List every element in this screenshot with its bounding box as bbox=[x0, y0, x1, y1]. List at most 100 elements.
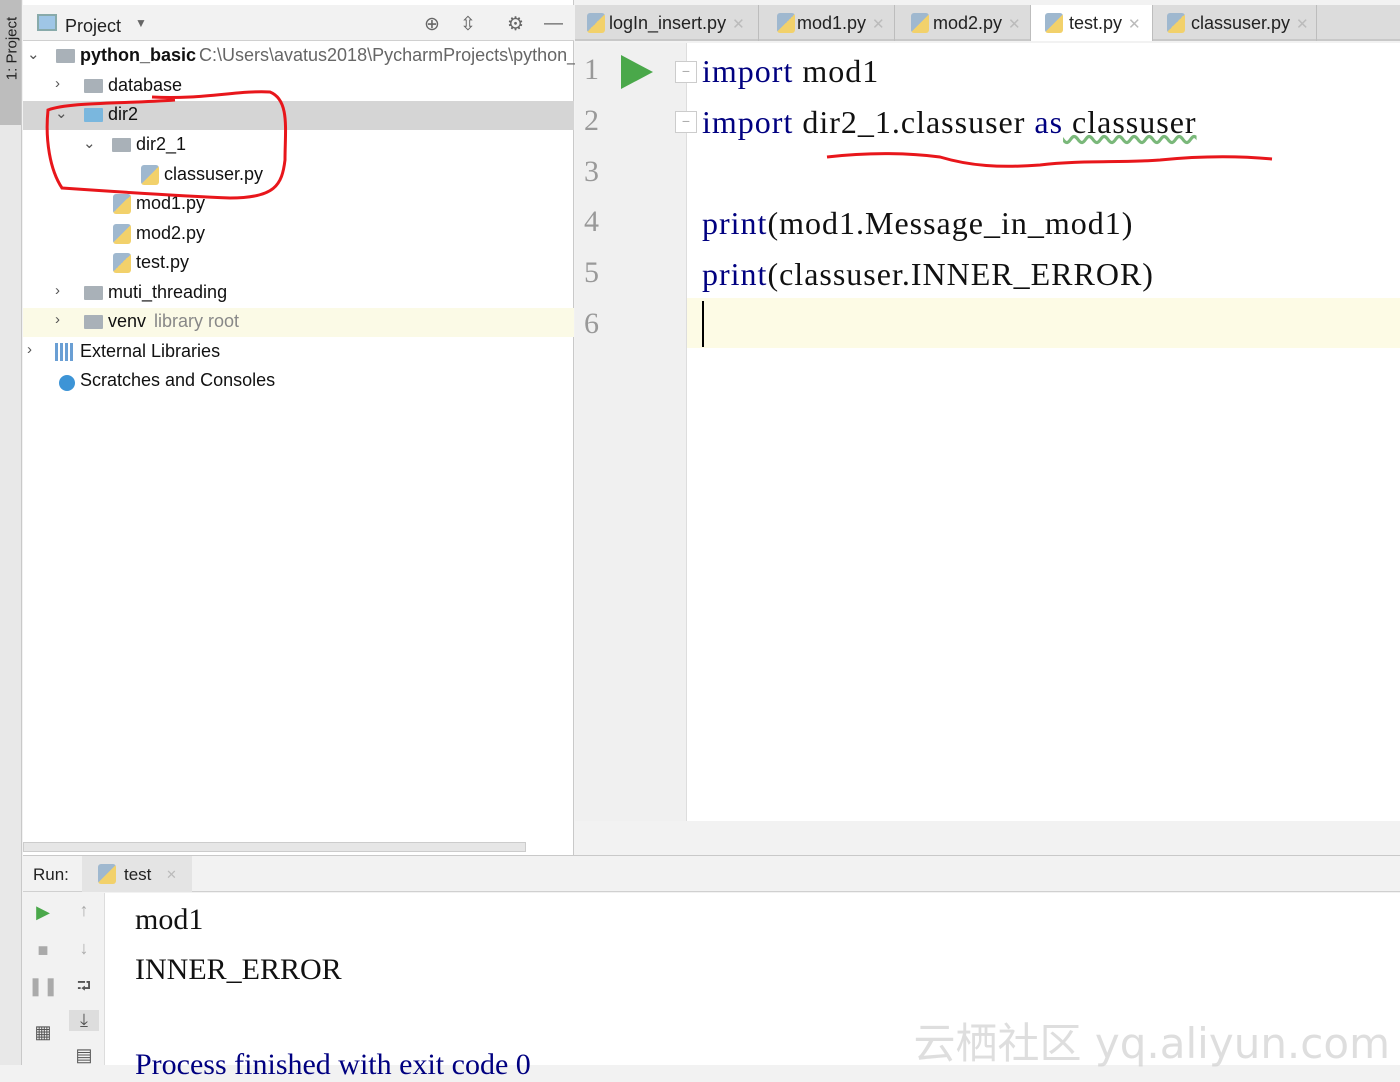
folder-icon bbox=[84, 315, 103, 329]
run-panel-header: Run: test ✕ bbox=[23, 855, 1400, 892]
chevron-right-icon[interactable]: › bbox=[55, 282, 60, 299]
tree-item-label: classuser.py bbox=[164, 164, 264, 184]
project-panel-header: Project ▼ ⊕ ⇳ ⚙ — bbox=[23, 5, 574, 41]
layout-icon[interactable]: ▦ bbox=[28, 1022, 58, 1043]
line-number: 3 bbox=[584, 155, 599, 188]
python-file-icon bbox=[113, 194, 131, 214]
current-line-highlight bbox=[575, 298, 1400, 348]
python-file-icon bbox=[141, 165, 159, 185]
fold-icon[interactable]: − bbox=[675, 61, 697, 83]
collapse-all-icon[interactable]: ⇳ bbox=[460, 13, 476, 36]
rerun-icon[interactable]: ▶ bbox=[28, 902, 58, 923]
chevron-right-icon[interactable]: › bbox=[27, 341, 32, 358]
folder-icon bbox=[56, 49, 75, 63]
minimize-icon[interactable]: — bbox=[544, 13, 563, 35]
chevron-down-icon[interactable]: ▼ bbox=[135, 16, 147, 30]
tree-item-python-basic[interactable]: ⌄ python_basic C:\Users\avatus2018\Pycha… bbox=[23, 42, 619, 71]
locate-icon[interactable]: ⊕ bbox=[424, 13, 440, 36]
chevron-down-icon[interactable]: ⌄ bbox=[27, 45, 40, 63]
python-file-icon bbox=[113, 224, 131, 244]
tab-label: mod1.py bbox=[797, 13, 867, 33]
python-file-icon bbox=[113, 253, 131, 273]
code-line-2: import dir2_1.classuser as classuser bbox=[702, 104, 1197, 140]
python-file-icon bbox=[587, 13, 605, 33]
gutter: 1 2 3 4 5 6 − − bbox=[575, 43, 697, 821]
line-number: 6 bbox=[584, 307, 599, 340]
soft-wrap-icon[interactable]: ⮒ bbox=[69, 974, 99, 1004]
horizontal-scrollbar[interactable] bbox=[23, 842, 526, 852]
tree-item-label: python_basic bbox=[80, 45, 197, 65]
tool-window-stripe: 1: Project bbox=[0, 0, 22, 1065]
tab-login-insert[interactable]: logIn_insert.py ✕ bbox=[575, 5, 759, 41]
tree-item-database[interactable]: › database bbox=[23, 72, 574, 101]
tree-item-external-libraries[interactable]: › External Libraries bbox=[23, 338, 574, 367]
close-icon[interactable]: ✕ bbox=[872, 16, 885, 33]
tree-item-mod1-py[interactable]: mod1.py bbox=[23, 190, 574, 219]
console-output-line: mod1 bbox=[135, 903, 204, 936]
folder-icon bbox=[84, 108, 103, 122]
close-icon[interactable]: ✕ bbox=[732, 16, 745, 33]
python-file-icon bbox=[1167, 13, 1185, 33]
code-line-4: print(mod1.Message_in_mod1) bbox=[702, 205, 1134, 241]
stop-icon[interactable]: ■ bbox=[28, 940, 58, 961]
tree-item-dir2[interactable]: ⌄ dir2 bbox=[23, 101, 574, 130]
chevron-right-icon[interactable]: › bbox=[55, 75, 60, 92]
tree-item-venv[interactable]: › venv library root bbox=[23, 308, 574, 337]
tree-item-mod2-py[interactable]: mod2.py bbox=[23, 220, 574, 249]
watermark: 云栖社区 yq.aliyun.com bbox=[913, 1019, 1390, 1068]
tab-classuser[interactable]: classuser.py ✕ bbox=[1153, 5, 1317, 41]
python-file-icon bbox=[777, 13, 795, 33]
tree-item-label: dir2_1 bbox=[136, 134, 187, 154]
close-icon[interactable]: ✕ bbox=[1296, 16, 1309, 33]
project-stripe-label[interactable]: 1: Project bbox=[4, 9, 21, 89]
tab-label: mod2.py bbox=[933, 13, 1003, 33]
tab-label: logIn_insert.py bbox=[609, 13, 727, 33]
chevron-right-icon[interactable]: › bbox=[55, 311, 60, 328]
close-icon[interactable]: ✕ bbox=[1008, 16, 1021, 33]
line-number: 1 bbox=[584, 53, 599, 86]
arrow-down-icon[interactable]: ↓ bbox=[69, 938, 99, 959]
tree-item-classuser-py[interactable]: classuser.py bbox=[23, 161, 574, 190]
project-view-selector[interactable]: Project bbox=[65, 16, 121, 37]
tree-item-dir2-1[interactable]: ⌄ dir2_1 bbox=[23, 131, 574, 160]
line-number: 5 bbox=[584, 256, 599, 289]
run-icon[interactable] bbox=[621, 55, 653, 89]
tree-item-label: Scratches and Consoles bbox=[80, 370, 276, 390]
print-icon[interactable]: ▤ bbox=[69, 1045, 99, 1066]
pause-icon[interactable]: ❚❚ bbox=[28, 976, 58, 997]
tree-item-label: mod1.py bbox=[136, 193, 206, 213]
run-tab-test[interactable]: test ✕ bbox=[82, 856, 192, 892]
project-panel: Project ▼ ⊕ ⇳ ⚙ — ⌄ python_basic C:\User… bbox=[23, 0, 619, 855]
chevron-down-icon[interactable]: ⌄ bbox=[83, 134, 96, 152]
python-file-icon bbox=[911, 13, 929, 33]
tab-label: test.py bbox=[1069, 13, 1123, 33]
run-label: Run: bbox=[33, 865, 69, 884]
console-exit-line: Process finished with exit code 0 bbox=[135, 1048, 531, 1081]
tab-test[interactable]: test.py ✕ bbox=[1031, 5, 1153, 41]
fold-icon[interactable]: − bbox=[675, 111, 697, 133]
tab-mod2[interactable]: mod2.py ✕ bbox=[895, 5, 1031, 41]
chevron-down-icon[interactable]: ⌄ bbox=[55, 104, 68, 122]
tree-item-test-py[interactable]: test.py bbox=[23, 249, 574, 278]
run-tab-label: test bbox=[124, 865, 152, 884]
close-icon[interactable]: ✕ bbox=[166, 867, 177, 883]
project-path: C:\Users\avatus2018\PycharmProjects\pyth… bbox=[199, 45, 620, 65]
close-icon[interactable]: ✕ bbox=[1128, 16, 1141, 33]
tree-item-label: External Libraries bbox=[80, 341, 221, 361]
tree-item-label: muti_threading bbox=[108, 282, 228, 302]
tree-item-label: test.py bbox=[136, 252, 190, 272]
arrow-up-icon[interactable]: ↑ bbox=[69, 900, 99, 921]
code-editor[interactable]: 1 2 3 4 5 6 − − import mod1 import dir2_… bbox=[575, 43, 1400, 821]
tree-item-scratches[interactable]: Scratches and Consoles bbox=[23, 367, 574, 396]
text-caret bbox=[702, 301, 704, 347]
console-output-line: INNER_ERROR bbox=[135, 953, 342, 986]
tree-item-label: mod2.py bbox=[136, 223, 206, 243]
gear-icon[interactable]: ⚙ bbox=[507, 13, 524, 36]
project-view-icon bbox=[37, 14, 57, 31]
tree-item-muti-threading[interactable]: › muti_threading bbox=[23, 279, 574, 308]
libraries-icon bbox=[55, 343, 75, 361]
tab-mod1[interactable]: mod1.py ✕ bbox=[759, 5, 895, 41]
scratches-icon bbox=[59, 375, 75, 391]
tree-item-label: venv bbox=[108, 311, 147, 331]
scroll-to-end-icon[interactable]: ⤓ bbox=[69, 1010, 99, 1031]
